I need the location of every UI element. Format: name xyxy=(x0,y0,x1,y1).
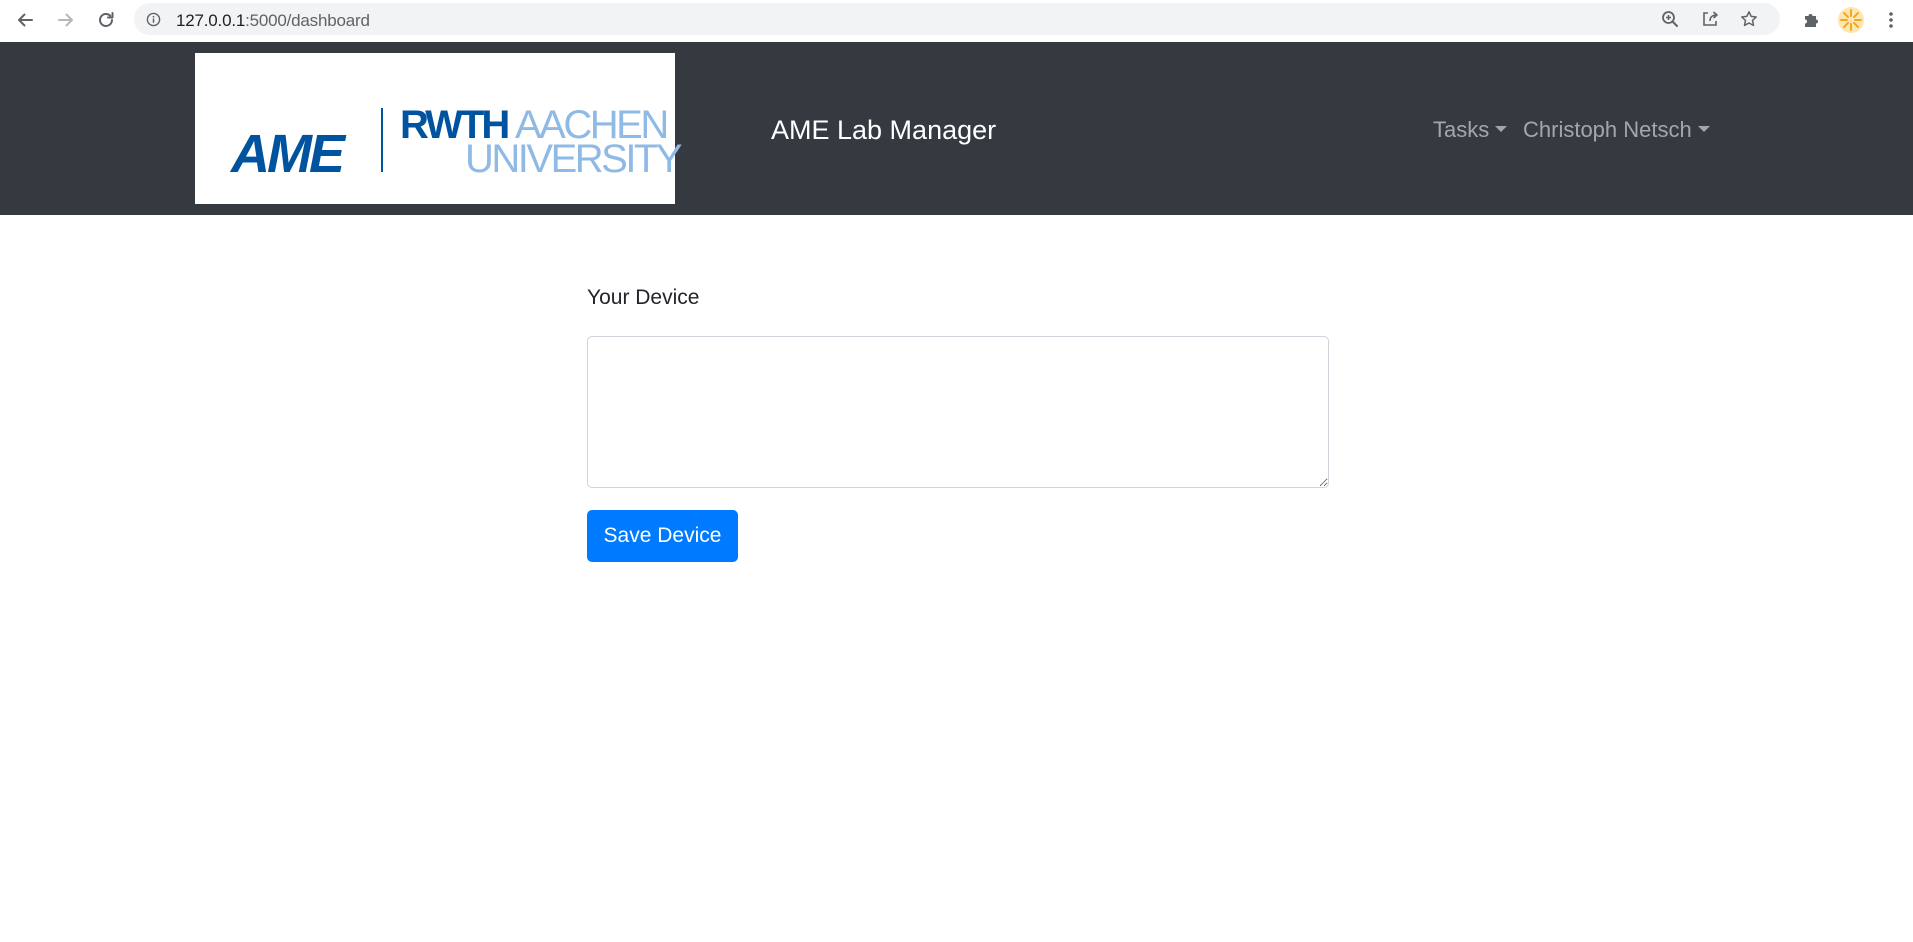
save-device-button[interactable]: Save Device xyxy=(587,510,738,562)
bookmark-button[interactable] xyxy=(1737,7,1761,31)
reload-button[interactable] xyxy=(92,6,120,34)
share-icon xyxy=(1703,11,1718,26)
info-icon[interactable] xyxy=(146,12,161,27)
url-path: :5000/dashboard xyxy=(245,11,370,30)
user-dropdown[interactable]: Christoph Netsch xyxy=(1523,117,1710,143)
reload-icon xyxy=(99,12,114,27)
arrow-left-icon xyxy=(18,13,33,27)
tasks-dropdown-label: Tasks xyxy=(1433,117,1490,142)
zoom-icon xyxy=(1662,11,1678,27)
kebab-menu-icon xyxy=(1889,12,1893,28)
address-bar[interactable]: 127.0.0.1:5000/dashboard xyxy=(134,3,1780,35)
device-label: Your Device xyxy=(587,286,700,309)
logo-divider xyxy=(381,108,383,172)
profile-button[interactable] xyxy=(1837,6,1865,34)
caret-down-icon xyxy=(1495,126,1508,132)
user-dropdown-label: Christoph Netsch xyxy=(1523,117,1692,142)
app-title[interactable]: AME Lab Manager xyxy=(771,115,996,146)
extensions-button[interactable] xyxy=(1797,6,1825,34)
ame-rwth-logo[interactable]: AME RWTH AACHEN UNIVERSITY xyxy=(195,53,683,204)
tasks-dropdown[interactable]: Tasks xyxy=(1433,117,1508,143)
chrome-menu-button[interactable] xyxy=(1877,6,1905,34)
forward-button[interactable] xyxy=(52,6,80,34)
caret-down-icon xyxy=(1697,126,1710,132)
url-text[interactable]: 127.0.0.1:5000/dashboard xyxy=(176,11,370,31)
star-icon xyxy=(1741,11,1757,27)
browser-toolbar: 127.0.0.1:5000/dashboard xyxy=(0,0,1913,42)
profile-avatar-icon xyxy=(1838,7,1864,33)
device-textarea[interactable] xyxy=(587,336,1329,488)
arrow-right-icon xyxy=(58,13,73,27)
logo-ame-text: AME xyxy=(231,124,345,184)
puzzle-icon xyxy=(1805,14,1818,27)
app-navbar: AME RWTH AACHEN UNIVERSITY AME Lab Manag… xyxy=(0,42,1913,215)
url-host: 127.0.0.1 xyxy=(176,11,246,30)
logo-university-text: UNIVERSITY xyxy=(465,137,683,181)
back-button[interactable] xyxy=(11,6,39,34)
share-button[interactable] xyxy=(1698,7,1722,31)
zoom-button[interactable] xyxy=(1658,7,1682,31)
